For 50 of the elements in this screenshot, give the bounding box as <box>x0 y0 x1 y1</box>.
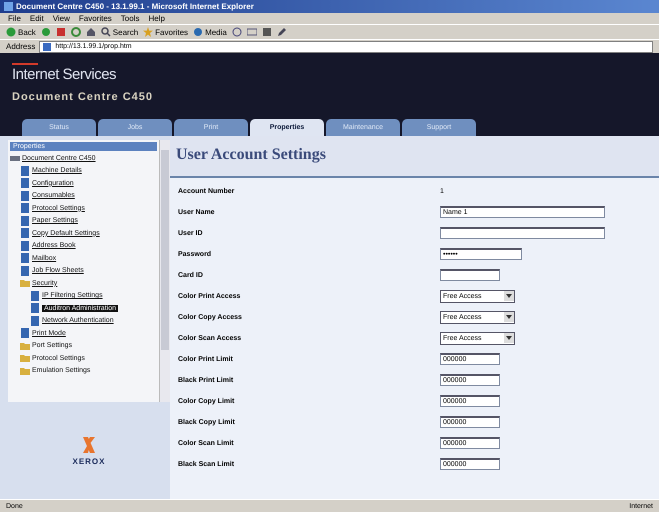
browser-icon <box>4 2 13 11</box>
logo-icon <box>81 436 97 454</box>
page-icon <box>20 216 30 226</box>
folder-icon <box>20 353 30 364</box>
menu-item[interactable]: Favorites <box>78 14 112 23</box>
page-icon <box>20 178 30 188</box>
page-icon <box>20 253 30 264</box>
search-icon <box>100 27 111 37</box>
input-field[interactable] <box>440 227 605 239</box>
page-icon <box>42 42 52 52</box>
product-name: Internet Services <box>12 66 118 83</box>
window-title: Document Centre C450 - 13.1.99.1 - Microsoft Internet Explorer <box>16 2 254 11</box>
page-icon <box>20 266 30 276</box>
dropdown-arrow-icon <box>504 333 514 343</box>
menu-item[interactable]: Help <box>148 14 165 23</box>
folder-icon <box>20 340 30 351</box>
back-button[interactable]: Back <box>6 27 36 37</box>
folder-icon <box>20 366 30 376</box>
address-label: Address <box>6 42 36 51</box>
menu-item[interactable]: Edit <box>30 14 44 23</box>
page-icon <box>20 228 30 238</box>
model-name: Document Centre C450 <box>12 91 154 103</box>
page-icon <box>20 203 30 214</box>
page-icon <box>20 166 30 176</box>
favorites-button[interactable]: Favorites <box>143 27 188 37</box>
menu-item[interactable]: View <box>52 14 70 23</box>
page-icon <box>30 290 40 301</box>
scrollbar[interactable] <box>159 140 170 402</box>
refresh-icon[interactable] <box>70 27 81 37</box>
stop-icon[interactable] <box>56 27 66 37</box>
search-button[interactable]: Search <box>100 27 138 37</box>
star-icon <box>143 27 154 37</box>
dropdown-arrow-icon <box>504 312 514 322</box>
menu-item[interactable]: Tools <box>120 14 140 23</box>
menu-item[interactable]: File <box>8 14 21 23</box>
input-field[interactable] <box>440 269 500 281</box>
folder-icon <box>20 278 30 288</box>
dropdown-arrow-icon <box>504 291 514 301</box>
logo-text: XEROX <box>72 456 106 466</box>
home-icon[interactable] <box>86 27 96 37</box>
page-icon <box>30 303 40 314</box>
edit-icon[interactable] <box>276 27 287 37</box>
back-icon <box>6 27 16 37</box>
media-icon <box>193 27 204 37</box>
page-icon <box>30 316 40 326</box>
page-icon <box>20 328 30 338</box>
page-heading: User Account Settings <box>170 136 659 178</box>
page-icon <box>20 190 30 201</box>
media-button[interactable]: Media <box>193 27 227 37</box>
page-icon <box>20 240 30 251</box>
